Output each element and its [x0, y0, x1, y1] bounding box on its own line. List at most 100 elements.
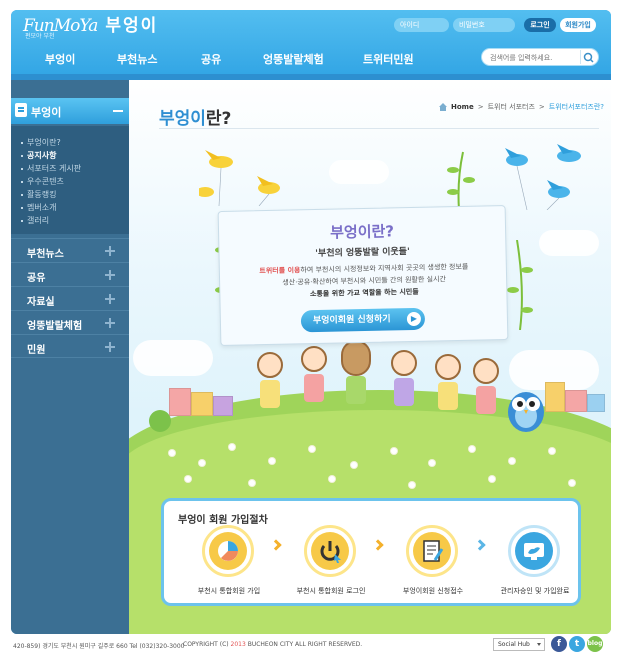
flower-illustration [569, 480, 575, 486]
banner-description: 트위터를 이용하여 부천시의 시정정보와 지역사회 곳곳의 생생한 정보를 생산… [240, 260, 489, 301]
intro-banner: 부엉이란? '부천의 엉뚱발랄 이웃들' 트위터를 이용하여 부천시의 시정정보… [217, 204, 509, 347]
apply-member-button[interactable]: 부엉이회원 신청하기 [300, 307, 426, 333]
sidebar-item-experience[interactable]: 엉뚱발랄체험 [11, 310, 129, 334]
submenu-item-members[interactable]: 멤버소개 [11, 201, 129, 214]
house-illustration [213, 396, 233, 416]
site-frame: FunMoYa 부엉이 펀모야 부천 아이디 비밀번호 로그인 회원가입 부엉이… [11, 10, 611, 634]
breadcrumb-home[interactable]: Home [451, 103, 474, 111]
leaf-branch-illustration [447, 151, 475, 210]
power-cursor-icon [311, 532, 349, 570]
plus-icon [105, 342, 115, 352]
breadcrumb: Home > 트위터 서포터즈 > 트위터서포터즈란? [439, 102, 604, 112]
sidebar-item-label: 엉뚱발랄체험 [27, 321, 83, 332]
nav-item-share[interactable]: 공유 [201, 51, 221, 67]
house-illustration [169, 388, 191, 416]
sidebar-item-label: 공유 [27, 273, 46, 284]
submenu-item-gallery[interactable]: 갤러리 [11, 214, 129, 227]
twitter-icon[interactable]: t [569, 636, 585, 652]
sidebar: 부엉이 부엉이란? 공지사항 서포터즈 게시판 우수콘텐츠 활동랭킹 멤버소개 … [11, 80, 133, 634]
sidebar-item-share[interactable]: 공유 [11, 262, 129, 286]
step-circle [508, 525, 560, 577]
search-icon [583, 52, 594, 63]
breadcrumb-level1[interactable]: 트위터 서포터즈 [488, 102, 535, 112]
step-circle [304, 525, 356, 577]
flower-illustration [509, 458, 515, 464]
sidebar-item-civil[interactable]: 민원 [11, 334, 129, 358]
book-icon [15, 103, 27, 117]
flower-illustration [199, 460, 205, 466]
nav-item-twitter-civil[interactable]: 트위터민원 [363, 51, 414, 67]
search-button[interactable] [580, 50, 596, 64]
breadcrumb-separator: > [538, 103, 545, 111]
house-illustration [191, 392, 213, 416]
sidebar-item-owl[interactable]: 부엉이 [11, 98, 133, 124]
logo-korean: 부엉이 [105, 16, 159, 36]
plus-icon [105, 270, 115, 280]
facebook-icon[interactable]: f [551, 636, 567, 652]
banner-desc-highlight: 트위터를 이용 [259, 266, 301, 276]
owl-mascot-illustration [508, 392, 544, 432]
login-button[interactable]: 로그인 [524, 18, 556, 32]
cloud-illustration [133, 340, 213, 376]
copyright-year: 2013 [230, 641, 246, 648]
search-input[interactable] [490, 52, 576, 64]
submenu-item-supporters-board[interactable]: 서포터즈 게시판 [11, 162, 129, 175]
flower-illustration [249, 480, 255, 486]
page-title: 부엉이란? [159, 104, 231, 129]
join-button[interactable]: 회원가입 [560, 18, 596, 32]
login-id-field[interactable]: 아이디 [394, 18, 449, 32]
sidebar-item-label: 자료실 [27, 297, 55, 308]
sidebar-item-label: 부천뉴스 [27, 249, 64, 260]
signup-procedure-panel: 부엉이 회원 가입절차 부천시 통합회원 가입 부천시 통합회원 로그인 부엉이… [161, 498, 581, 606]
tree-illustration [149, 410, 171, 432]
footer-copyright: COPYRIGHT (C) 2013 BUCHEON CITY ALL RIGH… [183, 641, 362, 648]
chevron-right-icon [372, 539, 384, 551]
flower-illustration [391, 448, 397, 454]
leaf-branch-illustration [507, 240, 533, 330]
banner-desc-line1: 하여 부천시의 시정정보와 지역사회 곳곳의 생생한 정보를 [300, 262, 469, 275]
breadcrumb-separator: > [477, 103, 484, 111]
twitter-bird-icon [515, 532, 553, 570]
flower-illustration [185, 476, 191, 482]
apply-member-button-label: 부엉이회원 신청하기 [312, 314, 391, 327]
page-title-rest: 란? [205, 109, 232, 129]
blue-birds-illustration [505, 144, 581, 210]
submenu-item-notice[interactable]: 공지사항 [11, 149, 129, 162]
flower-illustration [269, 458, 275, 464]
step-label: 부엉이회원 신청접수 [402, 587, 464, 595]
sidebar-item-news[interactable]: 부천뉴스 [11, 238, 129, 262]
sidebar-item-label: 민원 [27, 345, 46, 356]
banner-desc-line3: 소통을 위한 가교 역할을 하는 시민들 [309, 287, 419, 299]
chevron-right-icon [474, 539, 486, 551]
cloud-illustration [539, 230, 599, 256]
flower-illustration [549, 448, 555, 454]
main-content: 부엉이란? Home > 트위터 서포터즈 > 트위터서포터즈란? 부엉이란? … [129, 80, 611, 634]
banner-desc-line2: 생산·공유·확산하여 부천시와 시민들 간의 원활한 실시간 [282, 275, 447, 287]
submenu-item-best-content[interactable]: 우수콘텐츠 [11, 175, 129, 188]
submenu-item-about[interactable]: 부엉이란? [11, 136, 129, 149]
copyright-prefix: COPYRIGHT (C) [183, 641, 231, 648]
nav-item-news[interactable]: 부천뉴스 [117, 51, 157, 67]
banner-title: 부엉이란? [329, 222, 395, 242]
submenu-item-ranking[interactable]: 활동랭킹 [11, 188, 129, 201]
house-illustration [587, 394, 605, 412]
title-divider [159, 128, 599, 129]
banner-subtitle: '부천의 엉뚱발랄 이웃들' [315, 247, 410, 259]
flower-illustration [351, 462, 357, 468]
blog-icon[interactable]: blog [587, 636, 603, 652]
flower-illustration [489, 476, 495, 482]
flower-illustration [229, 444, 235, 450]
step-label: 부천시 통합회원 로그인 [296, 587, 366, 595]
nav-item-owl[interactable]: 부엉이 [45, 51, 75, 67]
header: FunMoYa 부엉이 펀모야 부천 아이디 비밀번호 로그인 회원가입 부엉이… [11, 10, 611, 74]
step-label: 관리자승인 및 가입완료 [500, 587, 570, 595]
sidebar-item-archive[interactable]: 자료실 [11, 286, 129, 310]
step-label: 부천시 통합회원 가입 [197, 587, 261, 595]
login-password-field[interactable]: 비밀번호 [453, 18, 515, 32]
social-hub-select[interactable]: Social Hub [493, 638, 545, 651]
cloud-illustration [329, 160, 389, 184]
copyright-suffix: BUCHEON CITY ALL RIGHT RESERVED. [245, 641, 363, 648]
document-pen-icon [413, 532, 451, 570]
minus-icon [113, 110, 123, 112]
nav-item-experience[interactable]: 엉뚱발랄체험 [263, 51, 324, 67]
